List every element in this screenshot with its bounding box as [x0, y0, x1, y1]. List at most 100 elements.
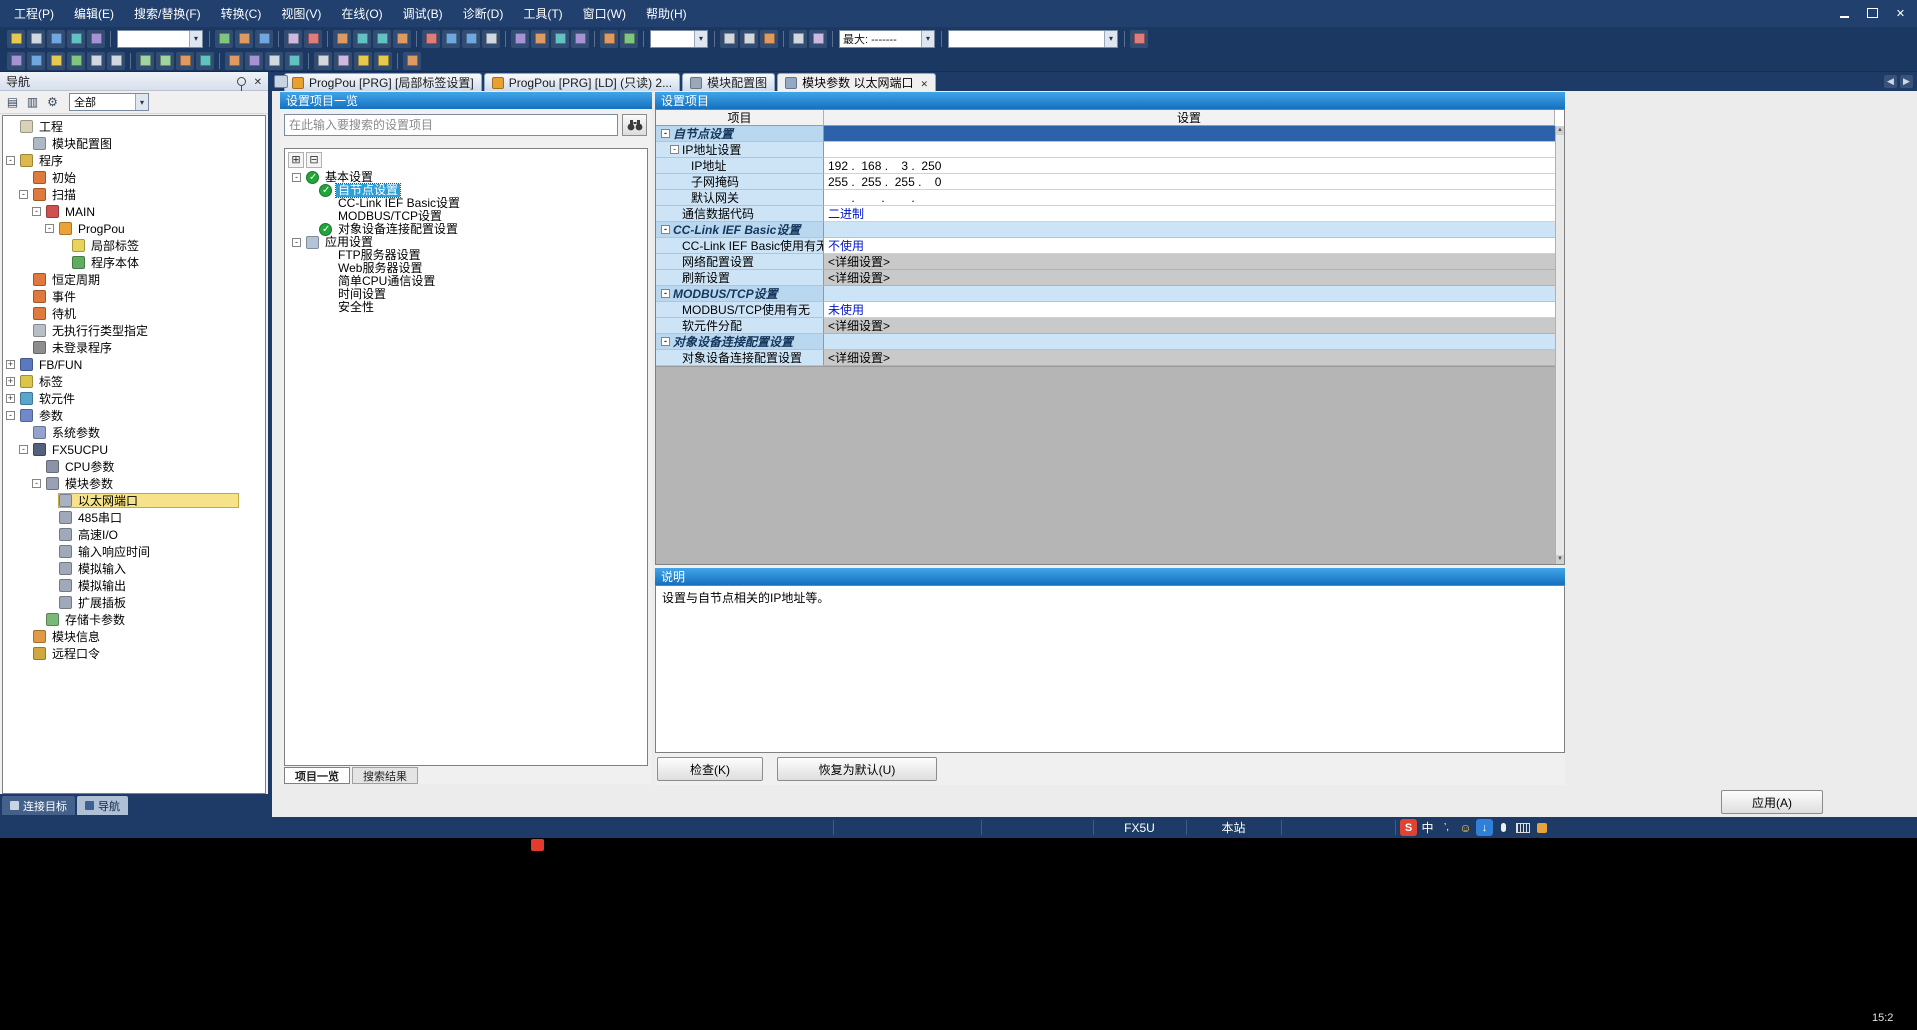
expand-all-icon[interactable]: ⊞ [288, 152, 304, 168]
scroll-up-icon[interactable]: ▲ [1556, 126, 1564, 135]
watch-target-combo[interactable]: ▾ [948, 30, 1118, 48]
gear-icon[interactable]: ⚙ [43, 93, 62, 112]
setting-item-cell[interactable]: 默认网关 [656, 190, 824, 206]
setting-value-cell[interactable] [824, 126, 1555, 142]
ok-icon[interactable] [809, 30, 827, 48]
plc-write-icon[interactable] [442, 30, 460, 48]
setting-value-cell[interactable] [824, 222, 1555, 238]
navigation-window-icon[interactable] [7, 52, 25, 70]
menu-item-0[interactable]: 工程(P) [4, 0, 64, 27]
close-window-icon[interactable] [1888, 4, 1913, 22]
tree-item[interactable]: 无执行行类型指定 [3, 322, 265, 339]
menu-item-9[interactable]: 窗口(W) [573, 0, 636, 27]
tree-item[interactable]: 模拟输入 [3, 560, 265, 577]
tree-item[interactable]: -扫描 [3, 186, 265, 203]
setting-item-cell[interactable]: 通信数据代码 [656, 206, 824, 222]
setting-value-cell[interactable]: 未使用 [824, 302, 1555, 318]
statement-display-icon[interactable] [740, 30, 758, 48]
tab-navigation[interactable]: 导航 [77, 796, 128, 815]
tree-item[interactable]: 模块信息 [3, 628, 265, 645]
tree-item[interactable]: 存储卡参数 [3, 611, 265, 628]
tree-item[interactable]: 高速I/O [3, 526, 265, 543]
search-input[interactable] [284, 114, 618, 136]
setting-value-cell[interactable]: <详细设置> [824, 270, 1555, 286]
setting-item-cell[interactable]: IP地址 [656, 158, 824, 174]
intelligent-monitor-icon[interactable] [87, 52, 105, 70]
tree-item[interactable]: 未登录程序 [3, 339, 265, 356]
tree-item[interactable]: 程序本体 [3, 254, 265, 271]
read-mode-icon[interactable] [334, 52, 352, 70]
open-contact-icon[interactable] [136, 52, 154, 70]
tree-item[interactable]: 模块配置图 [3, 135, 265, 152]
stop-icon[interactable] [789, 30, 807, 48]
tree-item[interactable]: 恒定周期 [3, 271, 265, 288]
plc-read-icon[interactable] [422, 30, 440, 48]
menu-item-4[interactable]: 视图(V) [271, 0, 331, 27]
dropdown-arrow-icon[interactable]: ▾ [921, 31, 934, 47]
setting-value-cell[interactable]: 不使用 [824, 238, 1555, 254]
inline-st-icon[interactable] [285, 52, 303, 70]
undo-icon[interactable] [284, 30, 302, 48]
remote-operation-icon[interactable] [482, 30, 500, 48]
setting-item-cell[interactable]: 子网掩码 [656, 174, 824, 190]
collapse-icon[interactable]: - [19, 445, 28, 454]
element-selection-icon[interactable] [27, 52, 45, 70]
tree-item[interactable]: 待机 [3, 305, 265, 322]
tab-scroll-left-icon[interactable]: ◀ [1884, 75, 1897, 88]
check-button[interactable]: 检查(K) [657, 757, 763, 781]
pin-icon[interactable] [237, 77, 246, 86]
setting-value-cell[interactable]: <详细设置> [824, 318, 1555, 334]
convert-all-icon[interactable] [353, 30, 371, 48]
horizontal-line-icon[interactable] [245, 52, 263, 70]
zoom-in-icon[interactable] [600, 30, 618, 48]
emoji-icon[interactable]: ☺ [1457, 819, 1474, 836]
redo-icon[interactable] [304, 30, 322, 48]
taskbar-red-icon[interactable] [531, 839, 544, 851]
collapse-icon[interactable]: - [32, 479, 41, 488]
collapse-icon[interactable]: - [292, 238, 301, 247]
vertical-line-icon[interactable] [225, 52, 243, 70]
collapse-icon[interactable]: - [6, 411, 15, 420]
watch-icon[interactable] [571, 30, 589, 48]
program-info-icon[interactable] [393, 30, 411, 48]
tree-item[interactable]: -程序 [3, 152, 265, 169]
menu-item-6[interactable]: 调试(B) [393, 0, 453, 27]
setting-item-cell[interactable]: -对象设备连接配置设置 [656, 334, 824, 350]
verify-icon[interactable] [462, 30, 480, 48]
dropdown-arrow-icon[interactable]: ▾ [694, 31, 707, 47]
note-display-icon[interactable] [760, 30, 778, 48]
check-program-icon[interactable] [373, 30, 391, 48]
tree-item[interactable]: 远程口令 [3, 645, 265, 662]
collapse-icon[interactable]: - [45, 224, 54, 233]
setting-item-cell[interactable]: MODBUS/TCP使用有无 [656, 302, 824, 318]
tree-item[interactable]: 扩展插板 [3, 594, 265, 611]
display-mode-icon[interactable]: ▤ [3, 93, 22, 112]
setting-value-cell[interactable] [824, 142, 1555, 158]
collapse-icon[interactable]: - [19, 190, 28, 199]
help-icon[interactable] [87, 30, 105, 48]
cross-reference-icon[interactable] [107, 52, 125, 70]
tree-item[interactable]: 模拟输出 [3, 577, 265, 594]
open-icon[interactable] [27, 30, 45, 48]
dropdown-arrow-icon[interactable]: ▾ [189, 31, 202, 47]
watch-window-icon[interactable] [67, 52, 85, 70]
tree-item[interactable]: 以太网端口 [3, 492, 265, 509]
setting-item-cell[interactable]: 对象设备连接配置设置 [656, 350, 824, 366]
document-tab-2[interactable]: 模块配置图 [682, 73, 775, 91]
edit-mode-icon[interactable] [314, 52, 332, 70]
coil-icon[interactable] [176, 52, 194, 70]
tree-item[interactable]: +FB/FUN [3, 356, 265, 373]
collapse-icon[interactable]: - [661, 225, 670, 234]
collapse-icon[interactable]: - [661, 337, 670, 346]
menu-item-3[interactable]: 转换(C) [211, 0, 272, 27]
tree-item[interactable]: 安全性 [289, 301, 647, 314]
sogou-icon[interactable]: S [1400, 819, 1417, 836]
setting-item-cell[interactable]: CC-Link IEF Basic使用有无 [656, 238, 824, 254]
cut-icon[interactable] [215, 30, 233, 48]
setting-item-cell[interactable]: -IP地址设置 [656, 142, 824, 158]
save-icon[interactable] [47, 30, 65, 48]
docking-window-2-icon[interactable] [403, 52, 421, 70]
setting-item-cell[interactable]: 软元件分配 [656, 318, 824, 334]
tree-item[interactable]: CPU参数 [3, 458, 265, 475]
passport-icon[interactable] [1533, 819, 1550, 836]
